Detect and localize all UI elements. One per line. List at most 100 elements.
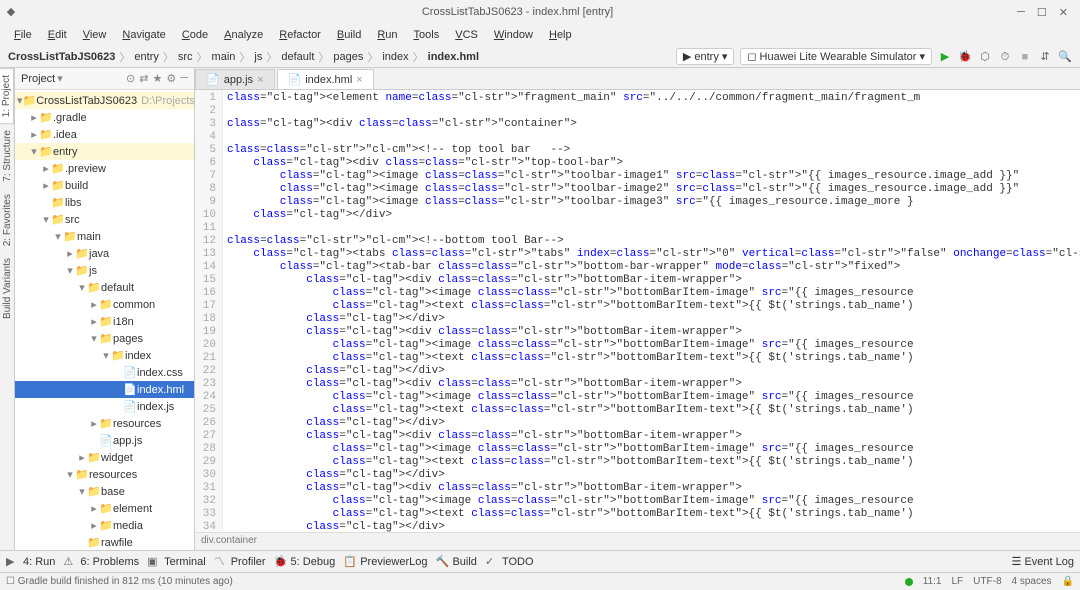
tree-node[interactable]: ▸📁.gradle [15,109,194,126]
left-tool-tabs: 1: Project7: Structure2: FavoritesBuild … [0,68,15,550]
side-tab[interactable]: Build Variants [1,252,14,325]
caret-position[interactable]: 11:1 [923,576,942,587]
breadcrumb-item[interactable]: index [382,51,408,63]
tree-node[interactable]: 📄index.css [15,364,194,381]
side-tab[interactable]: 2: Favorites [1,188,14,252]
side-tab[interactable]: 7: Structure [1,124,14,188]
tree-node[interactable]: ▸📁.preview [15,160,194,177]
tree-node[interactable]: 📁libs [15,194,194,211]
tree-node[interactable]: ▾📁default [15,279,194,296]
run-icon[interactable]: ▶ [938,50,952,64]
tree-node[interactable]: ▸📁i18n [15,313,194,330]
close-icon[interactable]: × [257,74,263,86]
project-title: Project [21,73,55,85]
tree-node[interactable]: ▾📁index [15,347,194,364]
tool-window-tab[interactable]: 🐞5: Debug [274,555,336,569]
editor: 📄app.js×📄index.hml× 12345678910111213141… [195,68,1080,550]
breadcrumb-item[interactable]: main [212,51,236,63]
tree-node[interactable]: ▾📁js [15,262,194,279]
project-tree[interactable]: ▾📁CrossListTabJS0623D:\Projects\Tem\Cro▸… [15,90,194,550]
breadcrumb-item[interactable]: index.hml [428,51,479,63]
tree-node[interactable]: ▸📁.idea [15,126,194,143]
project-tool-icon[interactable]: ⊙ [126,72,135,85]
stop-icon[interactable]: ■ [1018,50,1032,64]
tree-node[interactable]: 📄index.js [15,398,194,415]
side-tab[interactable]: 1: Project [0,68,14,124]
maximize-icon[interactable]: ☐ [1037,6,1047,19]
tree-node[interactable]: ▾📁pages [15,330,194,347]
tree-node[interactable]: ▸📁resources [15,415,194,432]
close-icon[interactable]: × [356,74,362,86]
menu-item[interactable]: Edit [42,27,73,43]
menu-item[interactable]: Window [488,27,539,43]
editor-crumb[interactable]: div.container [195,532,1080,550]
status-indicator-icon [905,578,913,586]
code-area[interactable]: class="cl-tag"><element name=class="cl-s… [223,90,1080,532]
menubar: FileEditViewNavigate CodeAnalyzeRefactorB… [0,24,1080,46]
breadcrumb-item[interactable]: default [281,51,314,63]
breadcrumb-item[interactable]: js [254,51,262,63]
indent[interactable]: 4 spaces [1012,576,1052,587]
tree-node[interactable]: ▸📁media [15,517,194,534]
editor-tab[interactable]: 📄index.hml× [277,69,374,89]
menu-item[interactable]: View [77,27,113,43]
tree-node[interactable]: ▾📁entry [15,143,194,160]
menu-item[interactable]: Help [543,27,578,43]
breadcrumb-item[interactable]: CrossListTabJS0623 [8,51,115,63]
tree-node[interactable]: ▸📁build [15,177,194,194]
profile-icon[interactable]: ⏱ [998,50,1012,64]
project-tool-icon[interactable]: ★ [152,72,162,85]
event-log-tab[interactable]: ☰ Event Log [1012,555,1074,568]
run-config-entry[interactable]: ▶ entry ▾ [676,48,734,65]
menu-item[interactable]: Build [331,27,367,43]
menu-item[interactable]: Analyze [218,27,269,43]
tree-node[interactable]: ▸📁widget [15,449,194,466]
hide-icon[interactable]: ─ [180,72,188,85]
tree-node[interactable]: ▸📁java [15,245,194,262]
vcs-icon[interactable]: ⇵ [1038,50,1052,64]
breadcrumb-item[interactable]: entry [134,51,158,63]
gutter: 1234567891011121314151617181920212223242… [195,90,223,532]
menu-item[interactable]: File [8,27,38,43]
tool-window-tab[interactable]: 〽Profiler [214,555,266,569]
inspect-icon[interactable]: 🔒 [1062,576,1074,587]
gear-icon[interactable]: ⚙ [166,72,176,85]
tool-window-tab[interactable]: ✓TODO [485,555,534,569]
tree-node[interactable]: ▾📁src [15,211,194,228]
tree-node[interactable]: ▸📁common [15,296,194,313]
tree-node[interactable]: 📄index.hml [15,381,194,398]
encoding[interactable]: UTF-8 [973,576,1001,587]
debug-icon[interactable]: 🐞 [958,50,972,64]
status-message: Gradle build finished in 812 ms (10 minu… [18,576,233,587]
search-icon[interactable]: 🔍 [1058,50,1072,64]
close-icon[interactable]: ✕ [1059,6,1068,19]
tree-node[interactable]: 📁rawfile [15,534,194,550]
tool-window-tab[interactable]: ▶4: Run [6,555,55,569]
tree-node[interactable]: 📄app.js [15,432,194,449]
editor-tab[interactable]: 📄app.js× [195,69,275,89]
tool-window-tab[interactable]: ▣Terminal [147,555,206,569]
tree-node[interactable]: ▾📁main [15,228,194,245]
menu-item[interactable]: Tools [408,27,446,43]
minimize-icon[interactable]: ─ [1017,6,1025,19]
tree-node[interactable]: ▾📁resources [15,466,194,483]
menu-item[interactable]: Navigate [116,27,171,43]
tool-window-tab[interactable]: 📋PreviewerLog [343,555,427,569]
project-tool-icon[interactable]: ⇄ [139,72,148,85]
tree-node[interactable]: ▾📁base [15,483,194,500]
project-panel: Project ▾ ⊙ ⇄ ★ ⚙ ─ ▾📁CrossListTabJS0623… [15,68,195,550]
project-dropdown-icon[interactable]: ▾ [57,72,63,85]
breadcrumb-item[interactable]: pages [333,51,363,63]
menu-item[interactable]: VCS [449,27,484,43]
tree-node[interactable]: ▾📁CrossListTabJS0623D:\Projects\Tem\Cro [15,92,194,109]
tool-window-tab[interactable]: ⚠6: Problems [63,555,139,569]
run-config-device[interactable]: ◻ Huawei Lite Wearable Simulator ▾ [740,48,932,65]
coverage-icon[interactable]: ⬡ [978,50,992,64]
menu-item[interactable]: Code [176,27,214,43]
breadcrumb-item[interactable]: src [178,51,193,63]
tree-node[interactable]: ▸📁element [15,500,194,517]
menu-item[interactable]: Run [371,27,403,43]
menu-item[interactable]: Refactor [273,27,327,43]
tool-window-tab[interactable]: 🔨Build [435,555,476,569]
line-ending[interactable]: LF [952,576,964,587]
